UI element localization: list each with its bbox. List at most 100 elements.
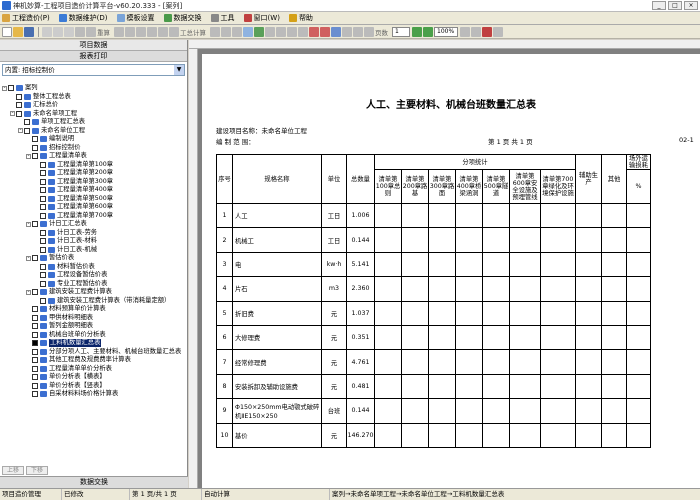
move-up-button[interactable]: 上移 [2,465,25,475]
sum-icon[interactable] [287,26,297,37]
menu-item[interactable]: 数据维护(D) [58,13,108,23]
tree-checkbox[interactable] [32,374,38,381]
tree-checkbox[interactable] [32,306,38,313]
tree-checkbox[interactable] [16,110,22,117]
tree-checkbox[interactable] [16,93,22,100]
tree-item[interactable]: 工程量清单第700章 [2,212,186,221]
tree-checkbox[interactable] [40,263,46,270]
table-icon[interactable] [232,26,242,37]
mark-icon[interactable] [298,26,308,37]
report-print-header[interactable]: 报表打印 [0,51,187,62]
collapse-toggle-icon[interactable]: - [26,255,31,261]
menu-item[interactable]: 工程造价(P) [2,13,50,23]
tree-item[interactable]: 材料暂估价表 [2,263,186,272]
tree-checkbox[interactable] [8,85,14,92]
menu-item[interactable]: 数据交换 [163,13,202,23]
tree-item[interactable]: - 未命名单位工程 [2,127,186,136]
tree-checkbox[interactable] [32,365,38,372]
tree-item[interactable]: 甲供材料明细表 [2,314,186,323]
tree-checkbox[interactable] [32,144,38,151]
close-button[interactable]: × [684,1,698,10]
format-icon[interactable] [276,26,286,37]
tree-item[interactable]: 汇标总价 [2,101,186,110]
tree-item[interactable]: - 案列 [2,84,186,93]
tree-checkbox[interactable] [32,340,38,347]
data-exchange-tab[interactable]: 数据交换 [0,476,188,488]
move-down-button[interactable]: 下移 [26,465,49,475]
prev-page-icon[interactable] [353,26,363,37]
tree-item[interactable]: - 建筑安装工程费计算表 [2,288,186,297]
menu-item[interactable]: 工具 [210,13,235,23]
tree-item[interactable]: 其他工程费及规费费率计算表 [2,356,186,365]
tree-item[interactable]: 单项工程汇总表 [2,118,186,127]
tree-checkbox[interactable] [40,178,46,185]
fit-width-icon[interactable] [471,26,481,37]
tree-item[interactable]: 工程设备暂估价表 [2,271,186,280]
grid-icon[interactable] [210,26,220,37]
tree-item[interactable]: 工程量清单第300章 [2,178,186,187]
tree-item[interactable]: 计日工表-机械 [2,246,186,255]
tree-checkbox[interactable] [40,238,46,245]
tree-checkbox[interactable] [32,153,38,160]
menu-item[interactable]: 窗口(W) [243,13,280,23]
tree-item[interactable]: 工料机数量汇总表 [2,339,186,348]
open-folder-icon[interactable] [13,26,23,37]
cut-icon[interactable] [42,26,52,37]
paste-icon[interactable] [64,26,74,37]
tree-item[interactable]: 自采材料料场价格计算表 [2,390,186,399]
tree-item[interactable]: 工程量清单第100章 [2,161,186,170]
next-page-icon[interactable] [364,26,374,37]
save-icon[interactable] [24,26,34,37]
collapse-toggle-icon[interactable]: - [26,221,31,227]
tree-item[interactable]: 编制说明 [2,135,186,144]
tree-checkbox[interactable] [32,221,38,228]
new-file-icon[interactable] [2,26,12,37]
project-data-header[interactable]: 项目数据 [0,40,187,51]
collapse-toggle-icon[interactable]: - [26,153,31,159]
tree-checkbox[interactable] [32,289,38,296]
tree-item[interactable]: 单价分析表【横表】 [2,373,186,382]
tree-item[interactable]: - 未命名单项工程 [2,110,186,119]
minimize-button[interactable]: _ [652,1,666,10]
total-calc-button[interactable]: 工总计算 [180,27,206,37]
tree-item[interactable]: 工程量清单第500章 [2,195,186,204]
stop-icon[interactable] [482,26,492,37]
up-icon[interactable] [136,26,146,37]
tree-checkbox[interactable] [40,204,46,211]
redo-icon[interactable] [86,26,96,37]
preview-icon[interactable] [331,26,341,37]
menu-item[interactable]: 模板设置 [116,13,155,23]
tree-checkbox[interactable] [40,297,46,304]
tree-checkbox[interactable] [32,348,38,355]
list-icon[interactable] [221,26,231,37]
insert-icon[interactable] [114,26,124,37]
tree-checkbox[interactable] [24,119,30,126]
tree-checkbox[interactable] [32,323,38,330]
tree-item[interactable]: - 计日工汇总表 [2,220,186,229]
tree-item[interactable]: 材料预算单价计算表 [2,305,186,314]
zoom-in-icon[interactable] [412,26,422,37]
settings-icon[interactable] [493,26,503,37]
tree-checkbox[interactable] [32,391,38,398]
tree-item[interactable]: 工程量清单第600章 [2,203,186,212]
tree-checkbox[interactable] [32,331,38,338]
tree-checkbox[interactable] [32,136,38,143]
collapse-toggle-icon[interactable]: - [18,128,23,134]
tree-item[interactable]: 机械台班单价分析表 [2,331,186,340]
tree-item[interactable]: 建筑安装工程费计算表（带消耗量定额） [2,297,186,306]
down-icon[interactable] [147,26,157,37]
menu-item[interactable]: 帮助 [288,13,313,23]
tree-item[interactable]: 整体工程总表 [2,93,186,102]
tree-checkbox[interactable] [32,357,38,364]
tree-checkbox[interactable] [40,272,46,279]
print-icon[interactable] [309,26,319,37]
collapse-toggle-icon[interactable]: - [26,289,31,295]
tree-checkbox[interactable] [40,212,46,219]
fit-icon[interactable] [460,26,470,37]
tree-checkbox[interactable] [32,382,38,389]
tree-item[interactable]: 计日工表-材料 [2,237,186,246]
page-number-input[interactable]: 1 [392,26,410,37]
tree-item[interactable]: 工程量清单第400章 [2,186,186,195]
right-icon[interactable] [169,26,179,37]
collapse-toggle-icon[interactable]: - [10,111,15,117]
